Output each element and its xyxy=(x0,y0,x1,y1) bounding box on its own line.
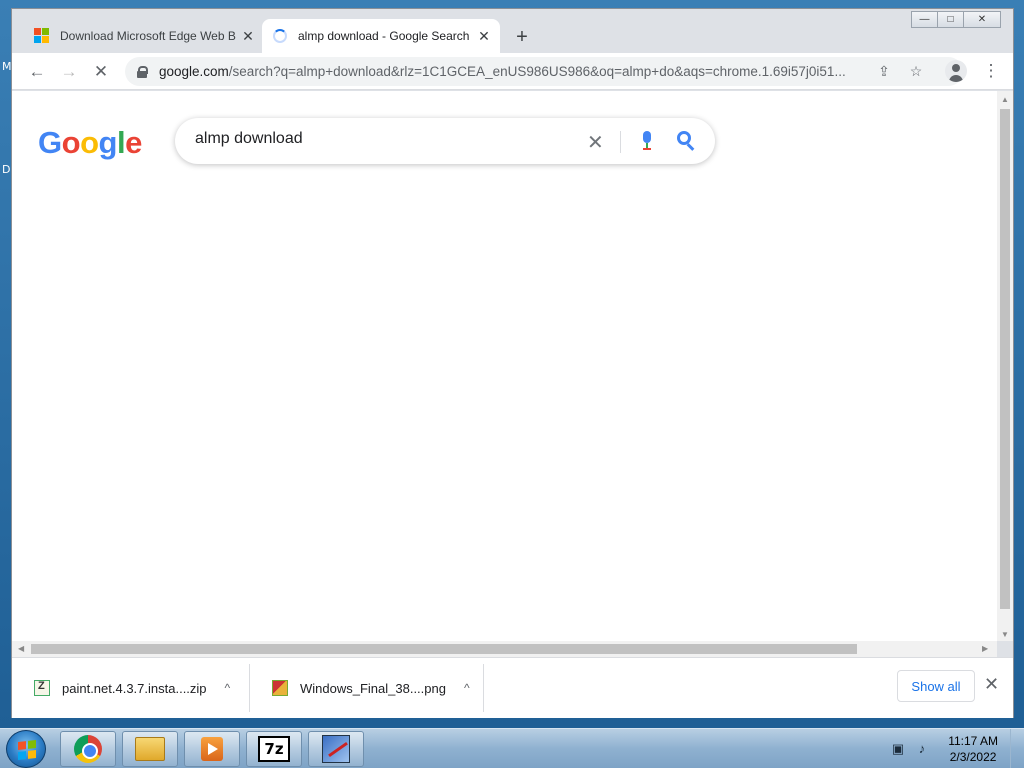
new-tab-button[interactable]: + xyxy=(510,25,534,49)
download-shelf: paint.net.4.3.7.insta....zip ^ Windows_F… xyxy=(12,657,1013,718)
microphone-icon[interactable] xyxy=(641,131,653,151)
tab-google-search[interactable]: almp download - Google Search ✕ xyxy=(262,19,500,53)
network-icon[interactable]: ▣ xyxy=(890,741,906,757)
menu-kebab-icon[interactable]: ⋮ xyxy=(978,58,1004,84)
close-shelf-icon[interactable]: ✕ xyxy=(984,674,999,695)
share-icon[interactable]: ⇪ xyxy=(875,63,893,80)
start-button[interactable] xyxy=(6,730,46,768)
page-content: Google ✕ xyxy=(12,91,997,641)
download-item[interactable]: paint.net.4.3.7.insta....zip ^ xyxy=(12,664,250,712)
chevron-up-icon[interactable]: ^ xyxy=(225,681,231,695)
scroll-left-arrow-icon[interactable]: ◀ xyxy=(18,644,24,653)
app-icon xyxy=(322,735,350,763)
window-controls: — □ ✕ xyxy=(911,11,1001,28)
forward-button[interactable]: → xyxy=(56,59,82,85)
divider xyxy=(620,131,621,153)
google-logo-letter: e xyxy=(125,125,142,160)
volume-icon[interactable]: ♪ xyxy=(914,741,930,757)
windows-logo-icon xyxy=(18,740,36,760)
scroll-down-arrow-icon[interactable]: ▼ xyxy=(1001,630,1009,639)
url-text[interactable]: google.com/search?q=almp+download&rlz=1C… xyxy=(159,64,869,79)
taskbar-media-player[interactable] xyxy=(184,731,240,767)
show-desktop-button[interactable] xyxy=(1010,729,1024,768)
profile-avatar-icon[interactable] xyxy=(945,60,967,82)
google-logo-letter: l xyxy=(116,125,126,160)
tab-strip: Download Microsoft Edge Web B ✕ almp dow… xyxy=(12,9,1013,53)
maximize-button[interactable]: □ xyxy=(937,11,964,28)
google-logo-letter: o xyxy=(61,125,81,160)
close-window-button[interactable]: ✕ xyxy=(963,11,1001,28)
zip-file-icon xyxy=(34,680,50,696)
download-item[interactable]: Windows_Final_38....png ^ xyxy=(250,664,484,712)
browser-toolbar: ← → ✕ google.com/search?q=almp+download&… xyxy=(12,53,1013,90)
desktop-icon-label: D xyxy=(2,163,11,176)
vertical-scrollbar[interactable]: ▲ ▼ xyxy=(997,91,1013,641)
7zip-icon: 7z xyxy=(258,736,290,762)
clock-time: 11:17 AM xyxy=(948,734,998,748)
horizontal-scroll-thumb[interactable] xyxy=(31,644,857,654)
taskbar-file-explorer[interactable] xyxy=(122,731,178,767)
taskbar-7zip[interactable]: 7z xyxy=(246,731,302,767)
stop-loading-button[interactable]: ✕ xyxy=(88,59,114,85)
download-filename: Windows_Final_38....png xyxy=(300,680,446,696)
show-all-button[interactable]: Show all xyxy=(897,670,975,702)
tab-close-button[interactable]: ✕ xyxy=(238,26,258,46)
tab-title: almp download - Google Search xyxy=(298,29,470,43)
tab-close-button[interactable]: ✕ xyxy=(474,26,494,46)
scroll-up-arrow-icon[interactable]: ▲ xyxy=(1001,95,1009,104)
tab-title: Download Microsoft Edge Web B xyxy=(60,29,236,43)
chrome-icon xyxy=(74,735,102,763)
bookmark-star-icon[interactable]: ☆ xyxy=(907,63,925,80)
search-box[interactable]: ✕ xyxy=(175,118,715,164)
png-file-icon xyxy=(272,680,288,696)
horizontal-scrollbar[interactable]: ◀ ▶ xyxy=(12,641,997,657)
browser-window: Download Microsoft Edge Web B ✕ almp dow… xyxy=(11,8,1014,718)
google-logo-letter: G xyxy=(38,125,62,160)
loading-spinner-icon xyxy=(272,28,288,44)
clock-date: 2/3/2022 xyxy=(949,750,997,764)
lock-icon[interactable] xyxy=(137,65,148,78)
search-input[interactable] xyxy=(195,130,575,148)
scroll-right-arrow-icon[interactable]: ▶ xyxy=(982,644,988,653)
clear-search-icon[interactable]: ✕ xyxy=(587,130,604,155)
tab-edge-download[interactable]: Download Microsoft Edge Web B ✕ xyxy=(24,19,264,53)
chevron-up-icon[interactable]: ^ xyxy=(464,681,470,695)
clock[interactable]: 11:17 AM 2/3/2022 xyxy=(948,733,998,765)
address-bar[interactable]: google.com/search?q=almp+download&rlz=1C… xyxy=(125,57,963,86)
taskbar-app[interactable] xyxy=(308,731,364,767)
back-button[interactable]: ← xyxy=(24,59,50,85)
taskbar: 7z ▣ ♪ 11:17 AM 2/3/2022 xyxy=(0,728,1024,768)
microsoft-logo-icon xyxy=(34,28,50,44)
google-logo-letter: o xyxy=(80,125,99,160)
google-logo-letter: g xyxy=(98,125,118,160)
media-player-icon xyxy=(201,737,223,761)
search-icon[interactable] xyxy=(677,131,697,151)
google-logo[interactable]: Google xyxy=(38,125,142,161)
vertical-scroll-thumb[interactable] xyxy=(1000,109,1010,609)
file-explorer-icon xyxy=(135,737,165,761)
minimize-button[interactable]: — xyxy=(911,11,938,28)
taskbar-chrome[interactable] xyxy=(60,731,116,767)
download-filename: paint.net.4.3.7.insta....zip xyxy=(62,680,207,696)
